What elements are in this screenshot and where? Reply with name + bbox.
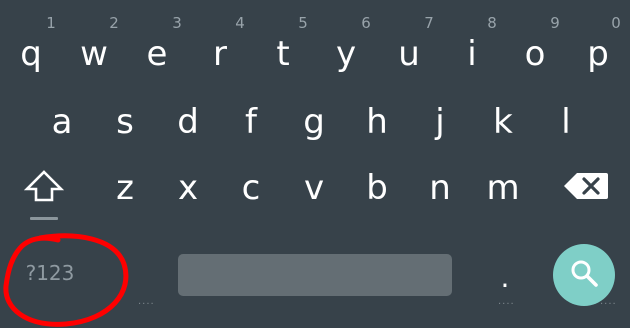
key-label: z	[116, 168, 134, 208]
key-n[interactable]: n	[412, 164, 468, 212]
key-label: u	[398, 34, 420, 74]
key-label: d	[177, 102, 199, 142]
key-v[interactable]: v	[286, 164, 342, 212]
key-label: t	[276, 34, 290, 74]
key-label: q	[20, 34, 42, 74]
key-label: w	[80, 34, 108, 74]
key-label: c	[241, 168, 261, 208]
spacebar-key[interactable]	[178, 254, 452, 296]
backspace-key[interactable]	[558, 164, 614, 212]
key-o[interactable]: o	[507, 30, 563, 78]
key-label: f	[245, 102, 257, 142]
key-e[interactable]: e	[129, 30, 185, 78]
key-j[interactable]: j	[412, 98, 468, 146]
key-f[interactable]: f	[223, 98, 279, 146]
key-i[interactable]: i	[444, 30, 500, 78]
key-d[interactable]: d	[160, 98, 216, 146]
more-indicator: ....	[600, 296, 617, 307]
shift-indicator	[30, 217, 58, 220]
key-z[interactable]: z	[97, 164, 153, 212]
key-label: x	[177, 168, 199, 208]
key-label: j	[435, 102, 445, 142]
key-r[interactable]: r	[192, 30, 248, 78]
key-label: r	[213, 34, 227, 74]
shift-key[interactable]	[16, 164, 72, 212]
key-label: b	[366, 168, 388, 208]
key-c[interactable]: c	[223, 164, 279, 212]
key-label: k	[493, 102, 513, 142]
key-label: g	[303, 102, 325, 142]
key-l[interactable]: l	[538, 98, 594, 146]
key-u[interactable]: u	[381, 30, 437, 78]
key-a[interactable]: a	[34, 98, 90, 146]
shift-arrow-icon	[23, 169, 65, 207]
soft-keyboard: 1 q 2 w 3 e 4 r 5 t 6 y 7 u 8 i 9 o 0 p …	[0, 0, 630, 328]
key-g[interactable]: g	[286, 98, 342, 146]
key-w[interactable]: w	[66, 30, 122, 78]
key-label: n	[429, 168, 451, 208]
red-annotation-circle	[3, 233, 129, 327]
more-indicator: ....	[138, 296, 155, 307]
key-label: l	[561, 102, 571, 142]
period-key[interactable]: .	[490, 250, 520, 294]
key-q[interactable]: q	[3, 30, 59, 78]
key-y[interactable]: y	[318, 30, 374, 78]
more-indicator: ....	[498, 296, 515, 307]
key-x[interactable]: x	[160, 164, 216, 212]
backspace-icon	[563, 171, 609, 205]
search-icon	[569, 258, 599, 292]
key-label: e	[146, 34, 168, 74]
key-label: h	[366, 102, 388, 142]
key-label: v	[303, 168, 325, 208]
key-label: s	[116, 102, 134, 142]
key-k[interactable]: k	[475, 98, 531, 146]
key-label: y	[335, 34, 357, 74]
key-p[interactable]: p	[570, 30, 626, 78]
key-h[interactable]: h	[349, 98, 405, 146]
key-label: i	[467, 34, 477, 74]
key-b[interactable]: b	[349, 164, 405, 212]
key-m[interactable]: m	[475, 164, 531, 212]
key-label: a	[51, 102, 73, 142]
key-label: p	[587, 34, 609, 74]
key-t[interactable]: t	[255, 30, 311, 78]
key-label: m	[486, 168, 520, 208]
key-label: o	[524, 34, 546, 74]
key-s[interactable]: s	[97, 98, 153, 146]
period-key-label: .	[500, 261, 510, 294]
